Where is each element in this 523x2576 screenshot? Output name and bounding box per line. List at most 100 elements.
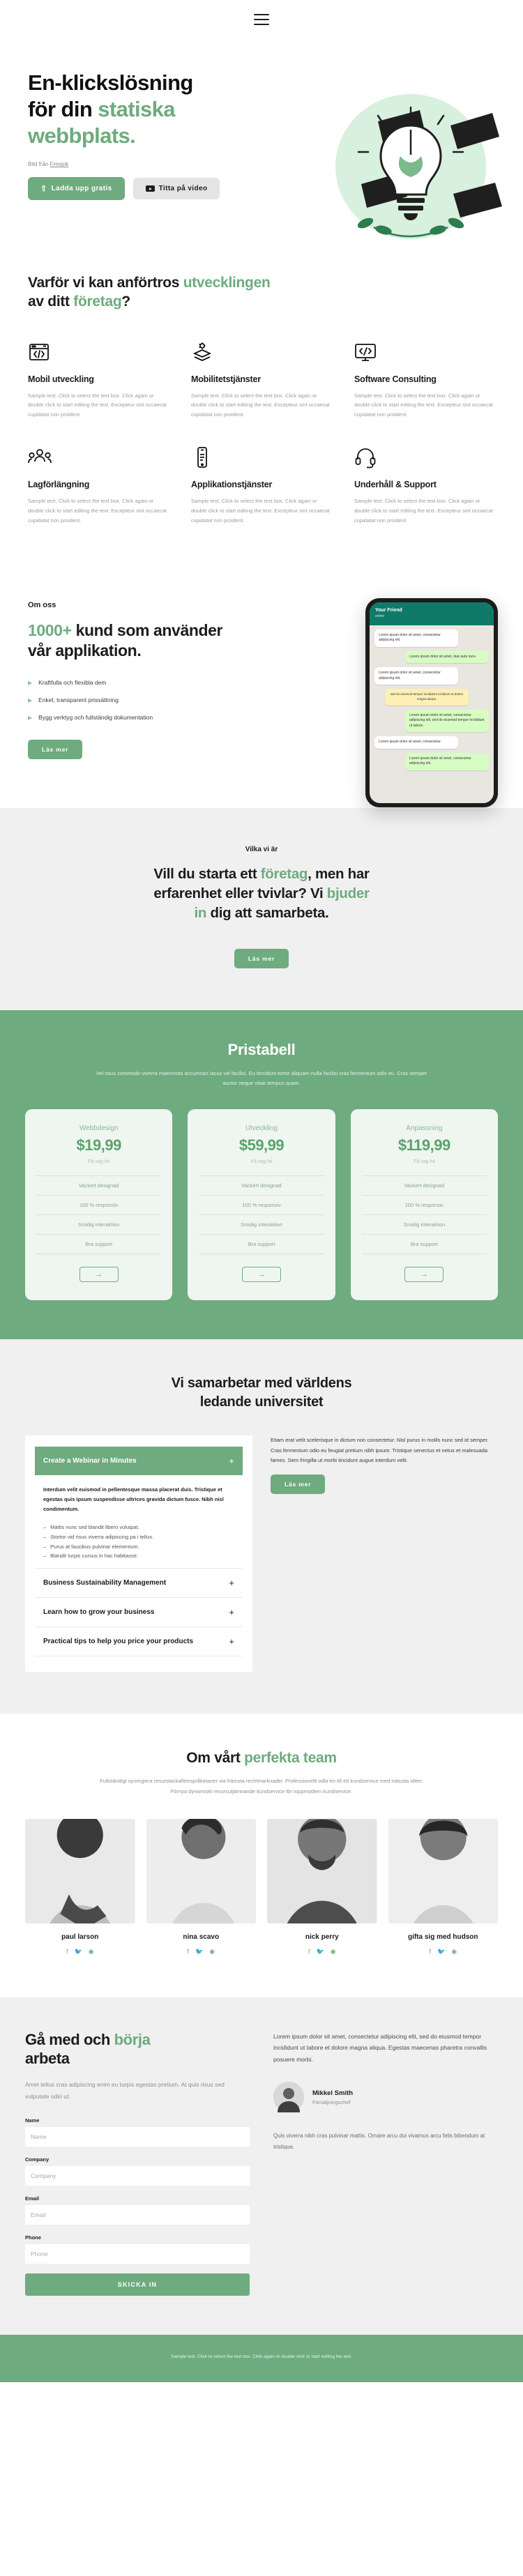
accordion-header[interactable]: Learn how to grow your business + xyxy=(35,1598,243,1626)
plus-icon: + xyxy=(229,1456,234,1467)
plan-select-button[interactable]: → xyxy=(241,1267,281,1283)
name-input[interactable] xyxy=(25,2126,250,2147)
list-item: ▶ Bygg verktyg och fullständig dokumentat… xyxy=(28,714,237,722)
email-input[interactable] xyxy=(25,2204,250,2225)
social-links: f 🐦 ◉ xyxy=(267,1948,377,1956)
member-name: nick perry xyxy=(305,1933,339,1941)
group-users-icon xyxy=(28,446,169,470)
page-footer: Sample text. Click to select the text bo… xyxy=(0,2334,523,2383)
company-field-label: Company xyxy=(25,2156,50,2163)
video-play-icon xyxy=(145,185,155,192)
about-read-more-button[interactable]: Läs mer xyxy=(28,739,83,759)
hamburger-menu-icon[interactable] xyxy=(254,14,269,25)
pricing-card-webbdesign: Webbdesign $19,99 På vag hit Vackert des… xyxy=(25,1109,173,1301)
about-section: Om oss 1000+ kund som använder vår appli… xyxy=(0,574,523,808)
features-grid: Mobil utveckling Sample text. Click to s… xyxy=(28,341,495,526)
feature-description: Sample text. Click to select the text bo… xyxy=(191,498,330,524)
watch-video-button[interactable]: Titta på video xyxy=(132,178,220,200)
arrow-right-icon: → xyxy=(95,1270,103,1279)
team-title-part-1: Om vårt xyxy=(186,1750,245,1767)
person-role: Försäljningschef xyxy=(312,2098,351,2105)
pricing-card-utveckling: Utveckling $59,99 På vag hit Vackert des… xyxy=(188,1109,335,1301)
twitter-icon[interactable]: 🐦 xyxy=(74,1948,82,1956)
who-title-part-1: Vill du starta ett xyxy=(153,865,261,882)
feature-title: Mobil utveckling xyxy=(28,374,94,384)
burger-line xyxy=(254,19,269,20)
pricing-title: Pristabell xyxy=(227,1041,296,1059)
plan-note: På vag hit xyxy=(250,1159,273,1165)
instagram-icon[interactable]: ◉ xyxy=(331,1948,336,1956)
phone-mockup: Your Friend online Lorem ipsum dolor sit… xyxy=(365,597,498,807)
plan-note: På vag hit xyxy=(413,1159,435,1165)
universities-row: Create a Webinar in Minutes + Interdum v… xyxy=(25,1435,498,1672)
team-member-nina-scavo: nina scavo f 🐦 ◉ xyxy=(146,1818,256,1956)
list-item-text: Mattis nunc sed blandit libero volutpat. xyxy=(50,1523,139,1530)
accordion-header[interactable]: Business Sustainability Management + xyxy=(35,1569,243,1597)
plan-feature: Smidig interaktion xyxy=(199,1214,324,1234)
universities-title-line-1: Vi samarbetar med världens xyxy=(171,1375,352,1392)
plan-feature: Bra support xyxy=(36,1234,162,1255)
plan-feature: Smidig interaktion xyxy=(361,1214,487,1234)
avatar xyxy=(267,1818,377,1923)
twitter-icon[interactable]: 🐦 xyxy=(195,1948,203,1956)
facebook-icon[interactable]: f xyxy=(66,1948,68,1956)
plan-feature: Vackert designad xyxy=(199,1175,324,1195)
feature-description: Sample text. Click to select the text bo… xyxy=(354,498,493,524)
who-read-more-button[interactable]: Läs mer xyxy=(234,949,289,969)
facebook-icon[interactable]: f xyxy=(429,1948,431,1956)
instagram-icon[interactable]: ◉ xyxy=(209,1948,215,1956)
accordion: Create a Webinar in Minutes + Interdum v… xyxy=(25,1435,252,1672)
dash-bullet-icon: – xyxy=(43,1533,47,1540)
about-content: Om oss 1000+ kund som använder vår appli… xyxy=(28,601,237,759)
feature-card-mobil-utveckling: Mobil utveckling Sample text. Click to s… xyxy=(28,341,169,420)
social-links: f 🐦 ◉ xyxy=(25,1948,135,1956)
image-credit: Bild från Freepik xyxy=(28,161,258,167)
who-title-accent-3: in xyxy=(194,904,207,921)
hero-title-accent-1: statiska xyxy=(98,96,175,121)
instagram-icon[interactable]: ◉ xyxy=(451,1948,457,1956)
universities-read-more-button[interactable]: Läs mer xyxy=(271,1474,326,1495)
burger-line xyxy=(254,24,269,25)
plan-feature: Vackert designad xyxy=(361,1175,487,1195)
headset-support-icon xyxy=(354,446,495,470)
feature-title: Underhåll & Support xyxy=(354,480,437,490)
feature-card-mobilitetstjanster: Mobilitetstjänster Sample text. Click to… xyxy=(191,341,332,420)
pricing-card-anpassning: Anpassning $119,99 På vag hit Vackert de… xyxy=(350,1109,498,1301)
contact-title-part-1: Gå med och xyxy=(25,2030,114,2048)
universities-side-text: Etiam erat velit scelerisque in dictum n… xyxy=(271,1437,489,1464)
plan-select-button[interactable]: → xyxy=(79,1267,119,1283)
plan-price: $19,99 xyxy=(76,1136,122,1154)
plan-feature: Vackert designad xyxy=(36,1175,162,1195)
accordion-header[interactable]: Create a Webinar in Minutes + xyxy=(35,1447,243,1476)
twitter-icon[interactable]: 🐦 xyxy=(437,1948,445,1956)
name-field-label: Name xyxy=(25,2117,40,2124)
testimonial-secondary-text: Quis viverra nibh cras pulvinar mattis. … xyxy=(273,2133,485,2150)
who-title-accent-1: företag xyxy=(260,865,308,882)
freepik-link[interactable]: Freepik xyxy=(50,161,69,167)
team-title: Om vårt perfekta team xyxy=(25,1750,498,1767)
company-input[interactable] xyxy=(25,2165,250,2186)
contact-title-accent: börja xyxy=(114,2030,151,2048)
facebook-icon[interactable]: f xyxy=(187,1948,189,1956)
dash-bullet-icon: – xyxy=(43,1523,47,1530)
phone-input[interactable] xyxy=(25,2243,250,2264)
bullet-text: Bygg verktyg och fullständig dokumentati… xyxy=(38,713,153,721)
team-section: Om vårt perfekta team Fullständigt syner… xyxy=(0,1714,523,1997)
accordion-item-webinar: Create a Webinar in Minutes + Interdum v… xyxy=(35,1447,243,1569)
submit-button[interactable]: SKICKA IN xyxy=(25,2273,250,2296)
universities-title: Vi samarbetar med världens ledande unive… xyxy=(25,1374,498,1412)
who-eyebrow: Vilka vi är xyxy=(245,845,278,853)
list-item: – Purus at faucibus pulvinar elementum. xyxy=(43,1542,234,1552)
accordion-header[interactable]: Practical tips to help you price your pr… xyxy=(35,1627,243,1656)
instagram-icon[interactable]: ◉ xyxy=(89,1948,94,1956)
twitter-icon[interactable]: 🐦 xyxy=(316,1948,324,1956)
about-title-accent: 1000+ xyxy=(28,620,72,639)
about-bullet-list: ▶ Kraftfulla och flexibla dem ▶ Enkel, tra… xyxy=(28,679,237,722)
phone-frame: Your Friend online Lorem ipsum dolor sit… xyxy=(365,597,498,807)
person-name: Mikkel Smith xyxy=(312,2089,354,2097)
plan-select-button[interactable]: → xyxy=(404,1267,444,1283)
upload-free-button[interactable]: ⇧ Ladda upp gratis xyxy=(28,177,125,201)
triangle-bullet-icon: ▶ xyxy=(28,679,33,686)
hero-section: En-klickslösning för din statiska webbpl… xyxy=(0,39,523,248)
facebook-icon[interactable]: f xyxy=(308,1948,310,1956)
